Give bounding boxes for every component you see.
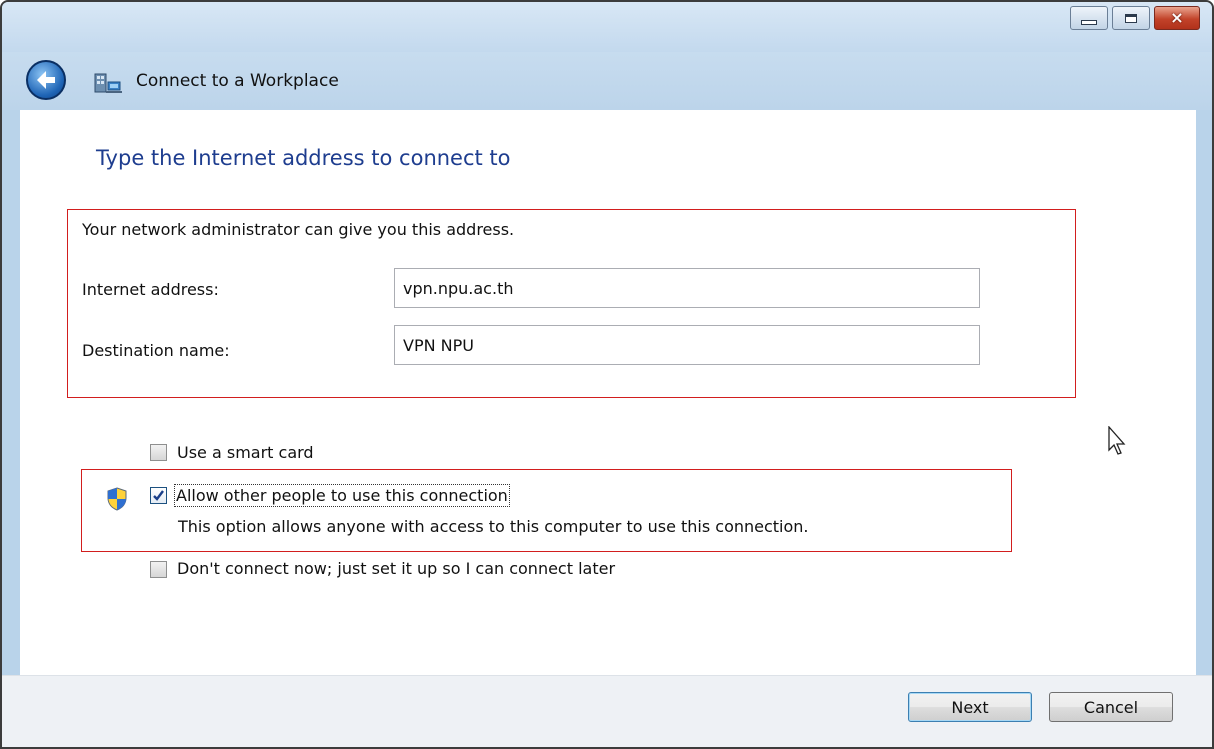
connect-later-checkbox[interactable] — [150, 561, 167, 578]
cancel-button[interactable]: Cancel — [1049, 692, 1173, 722]
highlight-box-sharing — [81, 469, 1012, 552]
content-pane: Type the Internet address to connect to … — [20, 110, 1196, 675]
next-button[interactable]: Next — [908, 692, 1032, 722]
allow-others-checkbox[interactable] — [150, 487, 167, 504]
hint-text: Your network administrator can give you … — [82, 220, 515, 239]
window-controls: × — [1070, 6, 1200, 30]
window-title: Connect to a Workplace — [136, 71, 339, 91]
smart-card-label[interactable]: Use a smart card — [177, 443, 314, 462]
close-icon: × — [1170, 8, 1184, 27]
checkbox-check-icon — [153, 490, 164, 501]
smart-card-checkbox[interactable] — [150, 444, 167, 461]
network-workplace-icon — [94, 73, 122, 93]
back-arrow-icon[interactable] — [26, 60, 66, 100]
close-button[interactable]: × — [1154, 6, 1200, 30]
connect-later-label[interactable]: Don't connect now; just set it up so I c… — [177, 559, 615, 578]
dialog-window: × Connect to a Workplace Type the Intern… — [0, 0, 1214, 749]
minimize-icon — [1081, 19, 1097, 25]
minimize-button[interactable] — [1070, 6, 1108, 30]
title-bar[interactable]: × — [2, 2, 1212, 52]
main-instruction: Type the Internet address to connect to — [96, 146, 511, 170]
destination-name-label: Destination name: — [82, 341, 230, 360]
maximize-button[interactable] — [1112, 6, 1150, 30]
allow-others-label[interactable]: Allow other people to use this connectio… — [174, 484, 510, 507]
maximize-icon — [1125, 13, 1137, 23]
mouse-pointer-icon — [1108, 426, 1126, 455]
uac-shield-icon — [107, 487, 127, 511]
allow-others-description: This option allows anyone with access to… — [178, 517, 809, 536]
internet-address-label: Internet address: — [82, 280, 219, 299]
internet-address-input[interactable] — [394, 268, 980, 308]
destination-name-input[interactable] — [394, 325, 980, 365]
dialog-footer: Next Cancel — [2, 675, 1212, 747]
navigation-bar: Connect to a Workplace — [2, 52, 1212, 110]
